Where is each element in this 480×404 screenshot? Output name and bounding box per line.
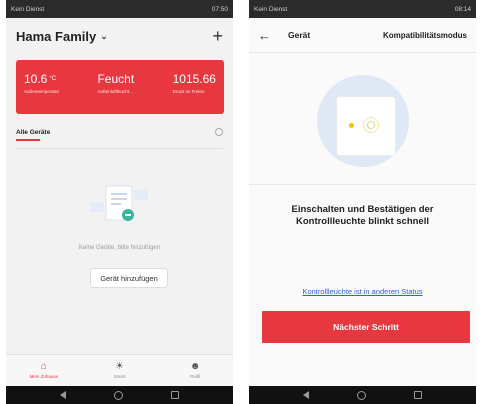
page-title: Gerät [288, 30, 311, 40]
nav-home-icon[interactable] [357, 390, 366, 400]
pressure-label: Druck im Freien [172, 89, 205, 94]
add-device-button[interactable]: Gerät hinzufügen [90, 268, 168, 288]
weather-temperature: 10.6 °C Außentemperatur [24, 72, 59, 114]
next-step-button[interactable]: Nächster Schritt [262, 311, 470, 343]
family-selector[interactable]: Hama Family ⌄ [16, 29, 108, 44]
sun-icon: ☀ [115, 361, 124, 372]
temperature-label: Außentemperatur [24, 89, 60, 94]
gear-icon[interactable] [215, 128, 223, 136]
nav-back-icon[interactable] [60, 391, 66, 399]
nav-recent-icon[interactable] [171, 391, 179, 399]
status-time: 08:14 [454, 5, 471, 13]
status-time: 07:50 [211, 5, 228, 13]
tab-profile[interactable]: ☻ Profil [165, 361, 225, 380]
weather-pressure: 1015.66 Druck im Freien [173, 72, 216, 114]
instruction-text: Einschalten und Bestätigen der Kontrolll… [291, 204, 434, 227]
other-status-link[interactable]: Kontrollleuchte ist in anderen Status [249, 287, 476, 296]
tab-smart[interactable]: ☀ Smart [89, 361, 149, 380]
tab-home-label: Mein Zuhause [29, 374, 59, 379]
pairing-header: ← Gerät Kompatibilitätsmodus [249, 18, 476, 52]
plus-icon[interactable]: + [212, 27, 223, 45]
nav-home-icon[interactable] [114, 390, 123, 400]
profile-icon: ☻ [189, 361, 201, 372]
power-button-icon [363, 117, 379, 133]
humidity-label: Außenluftfeucht... [97, 89, 133, 94]
nav-recent-icon[interactable] [414, 391, 422, 399]
pressure-value: 1015.66 [172, 72, 216, 86]
tab-profile-label: Profil [190, 374, 201, 379]
status-carrier: Kein Dienst [11, 5, 45, 13]
family-title: Hama Family [16, 28, 97, 44]
chevron-down-icon: ⌄ [100, 30, 108, 41]
humidity-value: Feucht [97, 72, 135, 86]
bottom-tabbar: ⌂ Mein Zuhause ☀ Smart ☻ Profil [6, 354, 233, 386]
status-bar: Kein Dienst 07:50 [6, 0, 233, 18]
temperature-value: 10.6 [24, 72, 48, 86]
divider [16, 148, 223, 149]
device-tabs: Alle Geräte [16, 122, 223, 142]
android-navbar [6, 386, 233, 404]
blinking-led-icon [349, 123, 354, 128]
tab-all-devices[interactable]: Alle Geräte [16, 129, 50, 141]
tab-smart-label: Smart [113, 374, 126, 379]
status-bar: Kein Dienst 08:14 [249, 0, 476, 18]
phone-screen-home: Kein Dienst 07:50 Hama Family ⌄ + 10.6 °C… [6, 0, 233, 404]
android-navbar [249, 386, 476, 404]
phone-screen-pairing: Kein Dienst 08:14 ← Gerät Kompatibilität… [249, 0, 476, 404]
empty-state-text: Keine Geräte, bitte hinzufügen [78, 245, 161, 251]
tab-home[interactable]: ⌂ Mein Zuhause [14, 361, 74, 380]
home-icon: ⌂ [40, 361, 47, 372]
back-arrow-icon[interactable]: ← [258, 28, 280, 43]
nav-back-icon[interactable] [303, 391, 309, 399]
empty-illustration [90, 185, 148, 221]
compatibility-mode-link[interactable]: Kompatibilitätsmodus [383, 31, 467, 40]
home-header: Hama Family ⌄ + [6, 18, 233, 54]
status-carrier: Kein Dienst [254, 5, 288, 13]
weather-card: 10.6 °C Außentemperatur Feucht Außenluftf… [16, 60, 224, 114]
divider [249, 184, 476, 185]
temperature-unit: °C [49, 76, 57, 82]
weather-humidity: Feucht Außenluftfeucht... [97, 72, 134, 114]
divider [249, 52, 476, 53]
